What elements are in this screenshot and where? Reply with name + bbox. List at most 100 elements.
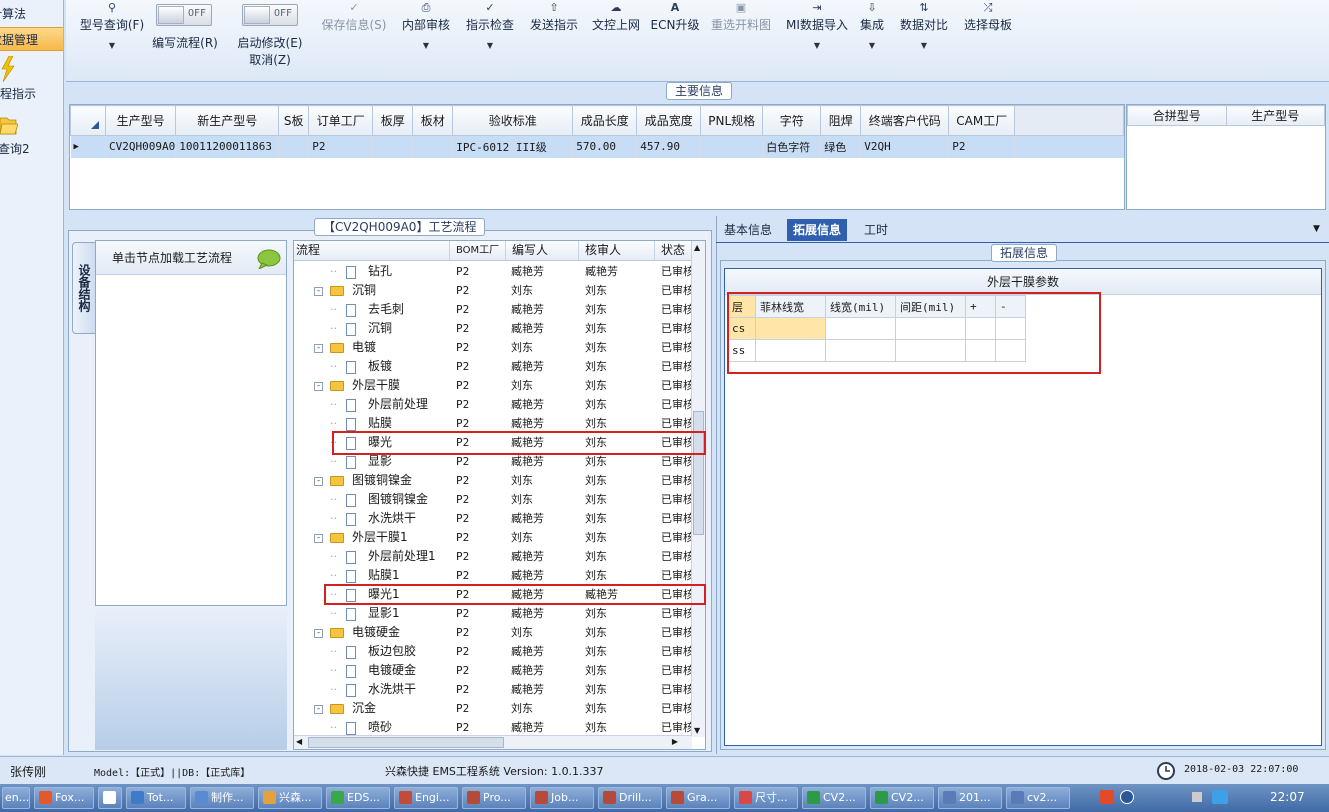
chevron-down-icon[interactable]: ▼ [74, 41, 150, 50]
table-cell[interactable] [700, 135, 764, 158]
tab-basic-info[interactable]: 基本信息 [718, 219, 778, 241]
browser-icon[interactable] [1212, 790, 1228, 804]
tree-row[interactable]: ·· 显影1 P2 臧艳芳 刘东 已审核 [294, 604, 692, 623]
chevron-down-icon[interactable]: ▼ [1313, 224, 1320, 234]
tree-row[interactable]: ·· 图镀铜镍金 P2 刘东 刘东 已审核 [294, 490, 692, 509]
taskbar-task[interactable]: EDS... [326, 787, 390, 809]
taskbar-task[interactable]: Engi... [394, 787, 458, 809]
save-info-button[interactable]: ✓ 保存信息(S) [318, 0, 390, 33]
tree-row[interactable]: ·· 贴膜1 P2 臧艳芳 刘东 已审核 [294, 566, 692, 585]
tree-row[interactable]: ·· 喷砂 P2 臧艳芳 刘东 已审核 [294, 718, 692, 736]
taskbar-task[interactable]: 制作... [190, 787, 254, 809]
write-process-toggle[interactable]: OFF [156, 4, 212, 26]
table-cell[interactable]: 白色字符 [762, 135, 822, 158]
tree-row[interactable]: - 外层干膜1 P2 刘东 刘东 已审核 [294, 528, 692, 547]
taskbar-task[interactable]: cv2... [1006, 787, 1070, 809]
table-cell[interactable]: P2 [948, 135, 1016, 158]
column-header[interactable]: 终端客户代码 [860, 105, 950, 136]
table-cell[interactable]: 457.90 [636, 135, 702, 158]
internal-review-button[interactable]: ⎙ 内部审核 ▼ [398, 0, 454, 51]
doc-control-online-button[interactable]: ☁ 文控上网 [588, 0, 644, 33]
column-header[interactable]: 新生产型号 [175, 105, 280, 136]
chevron-down-icon[interactable]: ▼ [782, 41, 852, 50]
scrollbar-thumb[interactable] [693, 411, 704, 535]
tree-row[interactable]: ·· 沉铜 P2 臧艳芳 刘东 已审核 [294, 319, 692, 338]
select-mother-board-button[interactable]: ⤮ 选择母板 [960, 0, 1016, 33]
nav-item-query2[interactable]: 查询2 [0, 137, 63, 161]
column-header[interactable]: CAM工厂 [948, 105, 1016, 136]
tree-row[interactable]: ·· 去毛刺 P2 臧艳芳 刘东 已审核 [294, 300, 692, 319]
taskbar-task[interactable]: Gra... [666, 787, 730, 809]
tree-row[interactable]: ·· 板镀 P2 臧艳芳 刘东 已审核 [294, 357, 692, 376]
tab-work-hours[interactable]: 工时 [858, 219, 894, 241]
table-cell[interactable]: IPC-6012 III级 [452, 135, 574, 158]
chevron-down-icon[interactable]: ▼ [896, 41, 952, 50]
scrollbar-thumb[interactable] [308, 737, 504, 748]
tray-s-icon[interactable] [1100, 790, 1114, 804]
table-cell[interactable] [278, 135, 310, 158]
chevron-down-icon[interactable]: ▼ [462, 41, 518, 50]
column-header[interactable]: 字符 [762, 105, 822, 136]
taskbar-task[interactable]: 尺寸... [734, 787, 798, 809]
collapse-toggle-icon[interactable]: - [314, 623, 323, 642]
reselect-cutting-chart-button[interactable]: ▣ 重选开料图 [708, 0, 774, 33]
collapse-toggle-icon[interactable]: - [314, 528, 323, 547]
table-cell[interactable]: 570.00 [572, 135, 638, 158]
column-header[interactable]: 板材 [412, 105, 454, 136]
collapse-toggle-icon[interactable]: - [314, 338, 323, 357]
taskbar-task[interactable]: Job... [530, 787, 594, 809]
table-cell[interactable]: P2 [308, 135, 374, 158]
taskbar-clock[interactable]: 22:07 [1270, 790, 1305, 804]
data-compare-button[interactable]: ⇅ 数据对比 ▼ [896, 0, 952, 51]
taskbar-task[interactable]: en... [2, 787, 30, 809]
column-header[interactable]: BOM工厂 [449, 241, 499, 260]
model-query-button[interactable]: ⚲ 型号查询(F) ▼ [74, 0, 150, 51]
column-header[interactable]: 成品长度 [572, 105, 638, 136]
tree-row[interactable]: ·· 水洗烘干 P2 臧艳芳 刘东 已审核 [294, 509, 692, 528]
table-cell[interactable]: V2QH [860, 135, 950, 158]
cancel-modify-button[interactable]: 取消(Z) [234, 51, 306, 68]
ecn-upgrade-button[interactable]: A ECN升级 [650, 0, 700, 33]
tab-extended-info[interactable]: 拓展信息 [787, 219, 848, 241]
taskbar-task[interactable]: CV2... [802, 787, 866, 809]
scroll-right-icon[interactable]: ▶ [672, 737, 678, 746]
chevron-down-icon[interactable]: ▼ [856, 41, 888, 50]
column-header[interactable]: 板厚 [372, 105, 414, 136]
table-cell[interactable]: CV2QH009A0 [105, 135, 177, 158]
nav-item-instruction[interactable]: 工程指示 [0, 82, 63, 106]
column-header[interactable]: 合拼型号 [1127, 105, 1227, 126]
collapse-toggle-icon[interactable]: - [314, 699, 323, 718]
tree-row[interactable]: - 电镀硬金 P2 刘东 刘东 已审核 [294, 623, 692, 642]
taskbar-task[interactable]: CV2... [870, 787, 934, 809]
collapse-toggle-icon[interactable]: - [314, 376, 323, 395]
column-header[interactable]: 生产型号 [104, 105, 177, 136]
column-header[interactable]: PNL规格 [700, 105, 764, 136]
tree-row[interactable]: - 沉铜 P2 刘东 刘东 已审核 [294, 281, 692, 300]
taskbar-task[interactable]: Pro... [462, 787, 526, 809]
scroll-down-icon[interactable]: ▼ [694, 726, 700, 735]
tree-row[interactable]: - 图镀铜镍金 P2 刘东 刘东 已审核 [294, 471, 692, 490]
help-icon[interactable] [1120, 790, 1134, 804]
table-row[interactable]: ▶ CV2QH009A0 10011200011863 P2 IPC-6012 … [70, 135, 1124, 158]
column-header[interactable]: 编写人 [505, 241, 548, 260]
table-cell[interactable] [412, 135, 454, 158]
taskbar-task[interactable]: Fox... [34, 787, 94, 809]
scroll-left-icon[interactable]: ◀ [296, 737, 302, 746]
column-header[interactable]: 成品宽度 [636, 105, 702, 136]
taskbar-task[interactable]: Drill... [598, 787, 662, 809]
collapse-toggle-icon[interactable]: - [314, 471, 323, 490]
column-header[interactable]: 流程 [296, 241, 320, 260]
scroll-up-icon[interactable]: ▲ [694, 243, 700, 252]
tree-row[interactable]: ·· 外层前处理1 P2 臧艳芳 刘东 已审核 [294, 547, 692, 566]
table-cell[interactable]: 10011200011863 [175, 135, 280, 158]
taskbar-task[interactable] [98, 787, 122, 809]
integrate-button[interactable]: ⇩ 集成 ▼ [856, 0, 888, 51]
taskbar-task[interactable]: Tot... [126, 787, 186, 809]
column-header[interactable]: S板 [278, 105, 310, 136]
tree-row[interactable]: - 沉金 P2 刘东 刘东 已审核 [294, 699, 692, 718]
taskbar-task[interactable]: 兴森... [258, 787, 322, 809]
tab-equipment-structure[interactable]: 设备结构 [72, 242, 96, 334]
column-header[interactable]: 状态 [654, 241, 685, 260]
table-cell[interactable] [372, 135, 414, 158]
column-header[interactable]: 阻焊 [820, 105, 862, 136]
